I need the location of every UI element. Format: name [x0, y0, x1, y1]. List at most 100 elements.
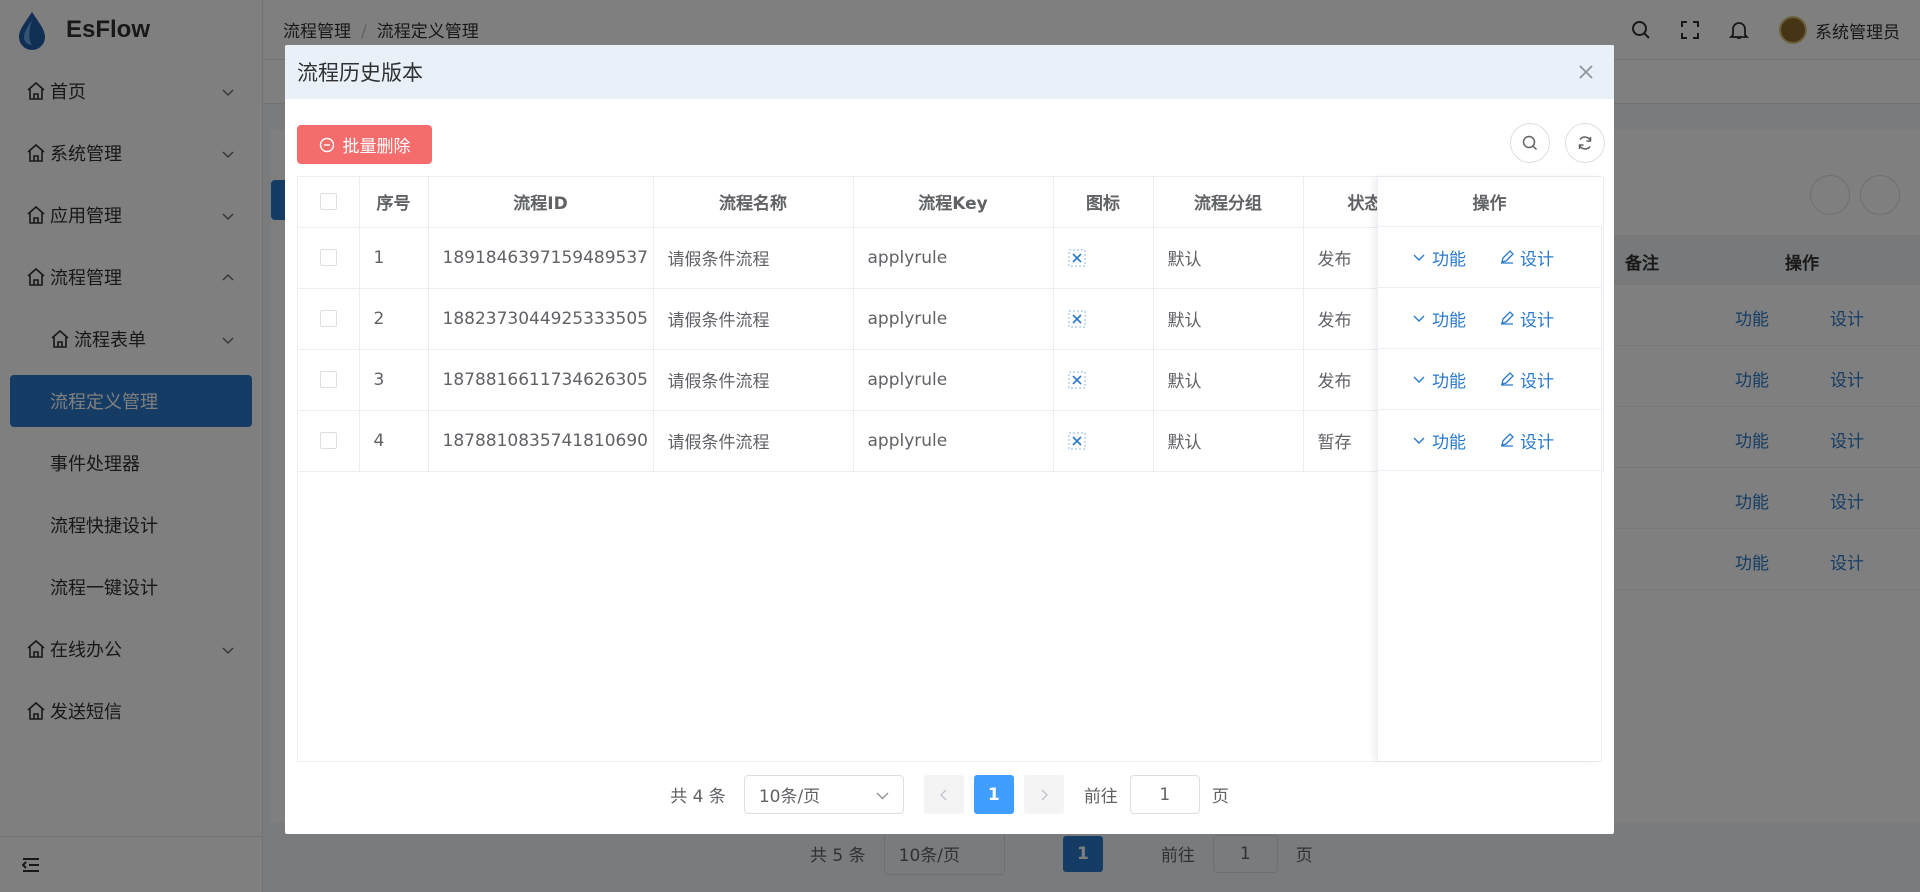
- column-header-index: 序号: [359, 177, 429, 228]
- cell-group: 默认: [1153, 227, 1304, 289]
- cell-process-key: applyrule: [853, 288, 1054, 350]
- process-diagram-icon[interactable]: [1068, 432, 1086, 450]
- chevron-down-icon: [1413, 437, 1425, 444]
- column-header-key: 流程Key: [853, 177, 1054, 228]
- cell-group: 默认: [1153, 288, 1304, 350]
- design-link[interactable]: 设计: [1500, 245, 1554, 270]
- refresh-icon: [1578, 136, 1592, 150]
- chevron-down-icon: [876, 792, 889, 800]
- column-header-group: 流程分组: [1153, 177, 1304, 228]
- chevron-left-icon: [939, 789, 947, 800]
- table-search-button[interactable]: [1510, 123, 1550, 163]
- cell-icon: [1053, 410, 1154, 472]
- actions-row: 功能 设计: [1378, 227, 1601, 288]
- row-select-cell: [298, 349, 360, 411]
- actions-rows: 功能 设计 功能 设计 功能 设计 功能 设计: [1378, 227, 1601, 471]
- cell-index: 1: [359, 227, 429, 289]
- batch-delete-label: 批量删除: [342, 137, 411, 156]
- pager-total: 共 4 条: [670, 787, 726, 807]
- select-all-checkbox[interactable]: [319, 193, 337, 211]
- edit-icon: [1501, 372, 1514, 386]
- page-size-value: 10条/页: [758, 787, 821, 807]
- column-header-icon: 图标: [1053, 177, 1154, 228]
- design-link-label: 设计: [1520, 310, 1554, 331]
- actions-row: 功能 设计: [1378, 410, 1601, 471]
- cell-group: 默认: [1153, 349, 1304, 411]
- batch-delete-button[interactable]: 批量删除: [297, 125, 432, 164]
- edit-icon: [1501, 250, 1514, 264]
- design-link[interactable]: 设计: [1500, 428, 1554, 453]
- minus-circle-icon: [319, 137, 334, 152]
- actions-row: 功能 设计: [1378, 349, 1601, 410]
- cell-process-name: 请假条件流程: [653, 288, 854, 350]
- cell-process-id: 1891846397159489537: [428, 227, 654, 289]
- row-checkbox[interactable]: [319, 371, 337, 388]
- cell-group: 默认: [1153, 410, 1304, 472]
- goto-label: 前往: [1083, 787, 1118, 807]
- process-diagram-icon[interactable]: [1068, 371, 1086, 389]
- design-link-label: 设计: [1520, 249, 1554, 270]
- cell-process-id: 1878810835741810690: [428, 410, 654, 472]
- process-diagram-icon[interactable]: [1068, 310, 1086, 328]
- edit-icon: [1501, 311, 1514, 325]
- dialog-title: 流程历史版本: [297, 61, 423, 85]
- cell-index: 4: [359, 410, 429, 472]
- close-icon[interactable]: [1576, 62, 1596, 82]
- search-icon: [1522, 135, 1538, 151]
- cell-icon: [1053, 288, 1154, 350]
- design-link[interactable]: 设计: [1500, 306, 1554, 331]
- cell-process-name: 请假条件流程: [653, 410, 854, 472]
- cell-process-key: applyrule: [853, 410, 1054, 472]
- cell-process-name: 请假条件流程: [653, 227, 854, 289]
- column-header-id: 流程ID: [428, 177, 654, 228]
- row-checkbox[interactable]: [319, 432, 337, 449]
- row-checkbox[interactable]: [319, 310, 337, 327]
- cell-icon: [1053, 227, 1154, 289]
- cell-index: 2: [359, 288, 429, 350]
- row-select-cell: [298, 227, 360, 289]
- next-page-button[interactable]: [1023, 775, 1064, 814]
- cell-process-key: applyrule: [853, 227, 1054, 289]
- cell-process-key: applyrule: [853, 349, 1054, 411]
- history-table: 序号 流程ID 流程名称 流程Key 图标 流程分组 状态 1 189184639…: [297, 176, 1604, 762]
- cell-index: 3: [359, 349, 429, 411]
- actions-row: 功能 设计: [1378, 288, 1601, 349]
- function-dropdown-link[interactable]: 功能: [1412, 428, 1466, 453]
- function-link-label: 功能: [1432, 249, 1466, 270]
- function-link-label: 功能: [1432, 371, 1466, 392]
- select-all-cell: [298, 177, 360, 228]
- prev-page-button[interactable]: [923, 775, 964, 814]
- chevron-right-icon: [1041, 789, 1048, 800]
- app-root: EsFlow 首页系统管理应用管理流程管理流程表单流程定义管理事件处理器流程快捷…: [0, 0, 1920, 892]
- function-dropdown-link[interactable]: 功能: [1412, 367, 1466, 392]
- page-unit-label: 页: [1211, 787, 1229, 807]
- page-number-current[interactable]: 1: [973, 775, 1014, 814]
- design-link[interactable]: 设计: [1500, 367, 1554, 392]
- page-size-select[interactable]: 10条/页: [743, 775, 904, 814]
- function-link-label: 功能: [1432, 432, 1466, 453]
- dialog-header: 流程历史版本: [285, 45, 1614, 99]
- row-select-cell: [298, 288, 360, 350]
- cell-process-id: 1882373044925333505: [428, 288, 654, 350]
- actions-fixed-column: 操作 功能 设计 功能 设计 功能 设计 功能 设计: [1377, 177, 1601, 761]
- column-header-name: 流程名称: [653, 177, 854, 228]
- cell-process-name: 请假条件流程: [653, 349, 854, 411]
- chevron-down-icon: [1413, 254, 1425, 261]
- design-link-label: 设计: [1520, 432, 1554, 453]
- process-diagram-icon[interactable]: [1068, 249, 1086, 267]
- table-refresh-button[interactable]: [1565, 123, 1605, 163]
- chevron-down-icon: [1413, 315, 1425, 322]
- cell-icon: [1053, 349, 1154, 411]
- column-header-actions: 操作: [1378, 177, 1601, 227]
- dialog-toolbar: 批量删除: [297, 123, 1605, 165]
- history-versions-dialog: 流程历史版本 批量删除 序号 流程ID 流程名称 流程Key 图标 流程分组 状…: [285, 45, 1614, 834]
- dialog-pagination: 共 4 条 10条/页 1 前往 页: [285, 775, 1614, 814]
- row-select-cell: [298, 410, 360, 472]
- design-link-label: 设计: [1520, 371, 1554, 392]
- function-dropdown-link[interactable]: 功能: [1412, 306, 1466, 331]
- function-dropdown-link[interactable]: 功能: [1412, 245, 1466, 270]
- chevron-down-icon: [1413, 376, 1425, 383]
- function-link-label: 功能: [1432, 310, 1466, 331]
- goto-page-input[interactable]: [1129, 775, 1200, 814]
- row-checkbox[interactable]: [319, 249, 337, 266]
